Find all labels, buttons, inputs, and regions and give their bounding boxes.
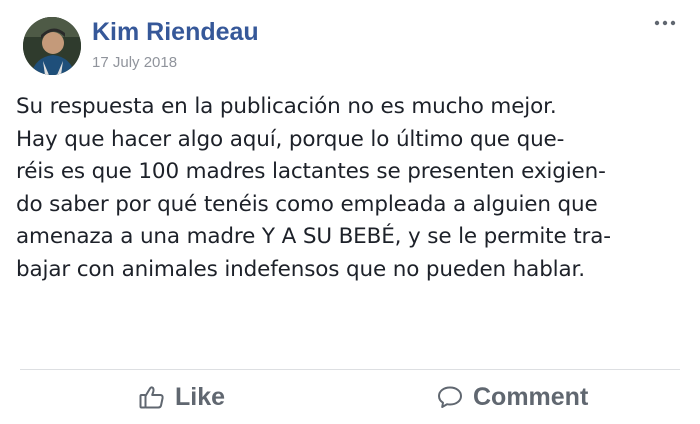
facebook-post-card: Kim Riendeau 17 July 2018 Su respuesta e… [0, 0, 700, 424]
post-text-line: bajar con animales indefensos que no pue… [16, 256, 585, 282]
post-header: Kim Riendeau 17 July 2018 [20, 14, 680, 78]
like-label: Like [175, 382, 226, 411]
post-body-text: Su respuesta en la publicación no es muc… [16, 91, 688, 286]
post-timestamp[interactable]: 17 July 2018 [92, 54, 177, 71]
avatar[interactable] [23, 17, 81, 75]
thumbs-up-icon [139, 385, 165, 409]
more-options-icon[interactable] [654, 16, 676, 28]
comment-button[interactable]: Comment [437, 378, 588, 416]
post-text-line: Hay que hacer algo aquí, porque lo últim… [16, 126, 565, 152]
post-text-line: réis es que 100 madres lactantes se pres… [16, 159, 606, 184]
actions-divider [20, 369, 680, 370]
post-text-line: Su respuesta en la publicación no es muc… [16, 94, 557, 119]
post-text-line: do saber por qué tenéis como empleada a … [16, 191, 598, 217]
like-button[interactable]: Like [139, 378, 225, 416]
comment-label: Comment [473, 382, 589, 411]
speech-bubble-icon [437, 385, 463, 409]
author-name[interactable]: Kim Riendeau [92, 18, 259, 47]
avatar-photo [23, 17, 81, 75]
post-text-line: amenaza a una madre Y A SU BEBÉ, y se le… [16, 224, 611, 249]
